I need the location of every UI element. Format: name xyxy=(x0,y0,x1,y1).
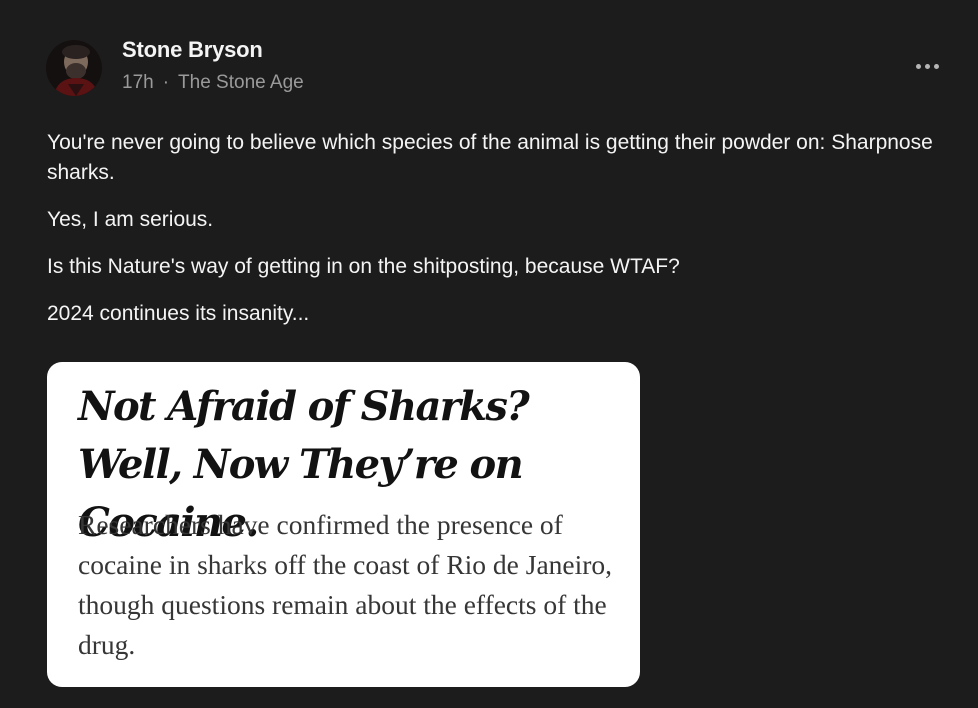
publication-name[interactable]: The Stone Age xyxy=(178,72,304,93)
more-options-button[interactable] xyxy=(910,55,944,77)
ellipsis-dot-icon xyxy=(915,63,921,69)
article-summary: Researchers have confirmed the presence … xyxy=(78,509,613,660)
ellipsis-dot-icon xyxy=(933,63,939,69)
note-post: Stone Bryson 17h · The Stone Age You're ne… xyxy=(0,0,978,708)
post-body: You're never going to believe which spec… xyxy=(47,128,947,346)
embedded-article-card[interactable]: Not Afraid of Sharks? Well, Now They’re … xyxy=(47,362,640,687)
author-name[interactable]: Stone Bryson xyxy=(122,37,263,63)
post-paragraph: Is this Nature's way of getting in on th… xyxy=(47,255,680,278)
post-meta: 17h · The Stone Age xyxy=(122,72,304,94)
profile-photo-icon xyxy=(46,40,102,96)
post-paragraph: 2024 continues its insanity... xyxy=(47,302,310,325)
post-timestamp[interactable]: 17h xyxy=(122,72,154,93)
author-avatar[interactable] xyxy=(46,40,102,96)
post-paragraph: You're never going to believe which spec… xyxy=(47,131,933,184)
meta-separator: · xyxy=(162,72,170,93)
ellipsis-dot-icon xyxy=(924,63,930,69)
post-paragraph: Yes, I am serious. xyxy=(47,208,214,231)
